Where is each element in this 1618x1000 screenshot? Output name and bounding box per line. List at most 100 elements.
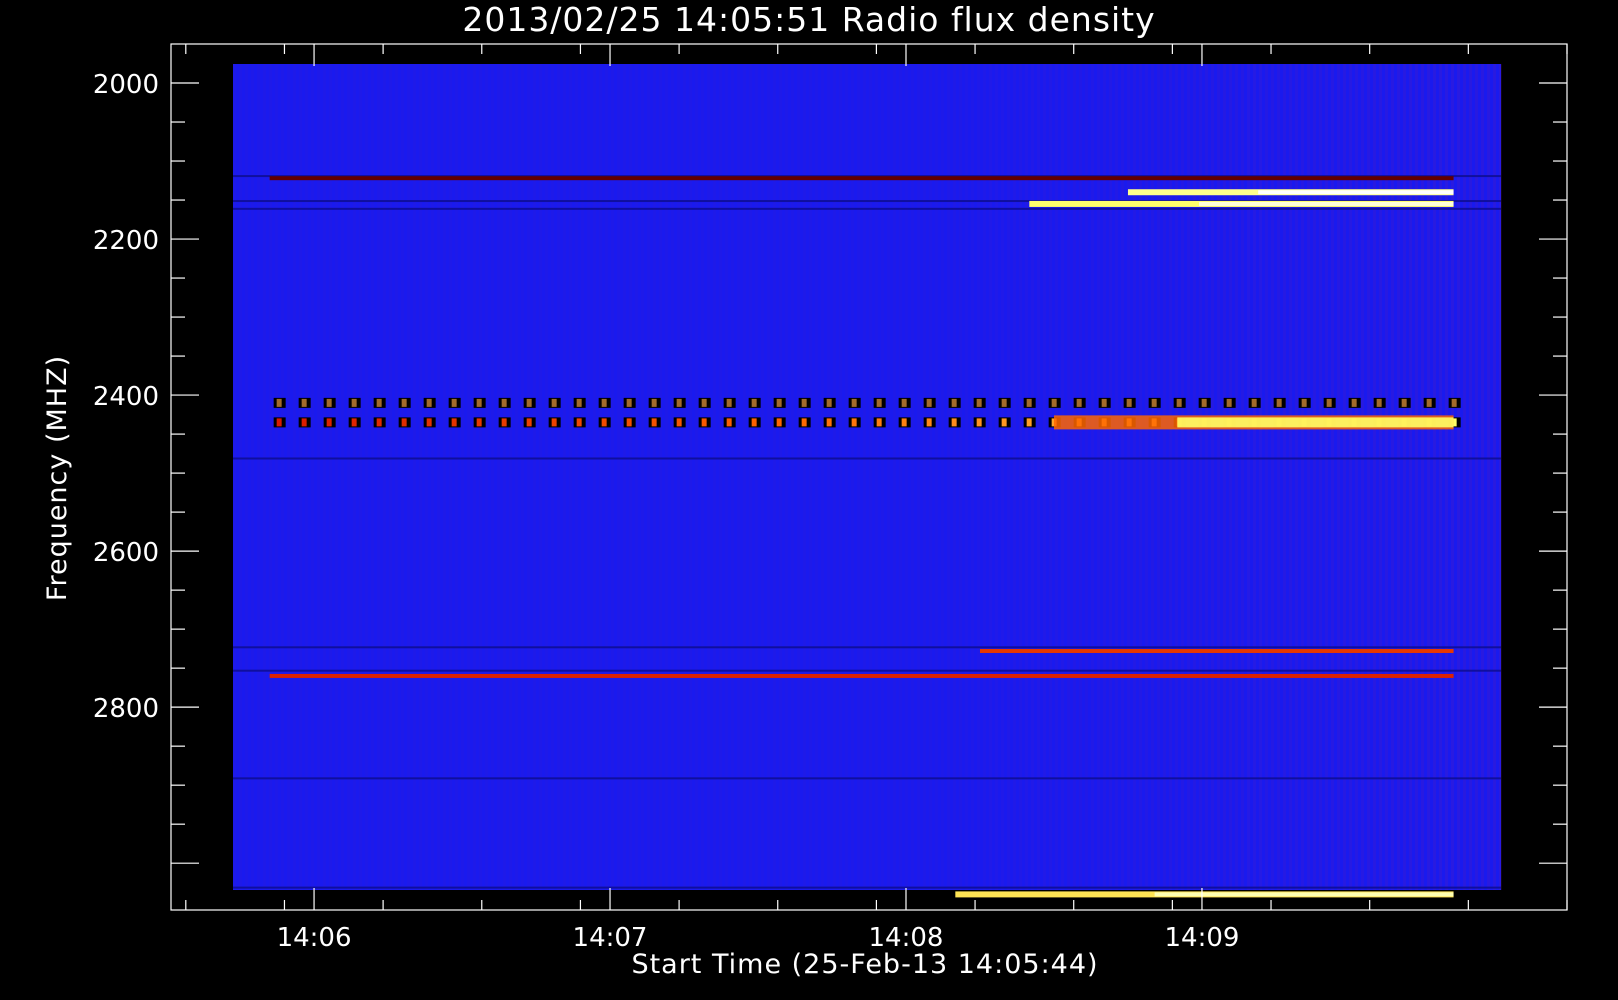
spectrogram-texture — [521, 64, 524, 890]
spectrogram-texture — [941, 64, 944, 890]
band-pulse-core — [676, 398, 682, 407]
y-axis-label: Frequency (MHZ) — [42, 354, 73, 602]
band-pulse-core — [651, 398, 657, 407]
spectrogram-texture — [527, 64, 530, 890]
spectrogram-texture — [929, 64, 932, 890]
spectrogram-texture — [479, 64, 482, 890]
y-tick-label: 2600 — [93, 538, 159, 568]
band-pulse-core — [976, 398, 982, 407]
spectrogram-texture — [293, 64, 296, 890]
band-pulse-core — [1001, 398, 1007, 407]
spectrogram-texture — [503, 64, 506, 890]
band-pulse-core — [351, 398, 357, 407]
spectrogram-texture — [1145, 64, 1148, 890]
spectrogram-texture — [1439, 64, 1442, 890]
spectrogram-texture — [1247, 64, 1250, 890]
spectrogram-texture — [911, 64, 914, 890]
band-pulse-core — [526, 418, 532, 427]
spectrogram-texture — [1211, 64, 1214, 890]
spectrogram-texture — [803, 64, 806, 890]
band-pulse-core — [626, 418, 632, 427]
band-pulse-core — [1326, 398, 1332, 407]
spectrogram-texture — [473, 64, 476, 890]
spectrogram-texture — [953, 64, 956, 890]
spectrogram-texture — [1409, 64, 1412, 890]
spectrogram-texture — [317, 64, 320, 890]
spectrogram-texture — [1415, 64, 1418, 890]
spectrogram-texture — [779, 64, 782, 890]
spectrogram-texture — [389, 64, 392, 890]
spectrogram-texture — [383, 64, 386, 890]
band-pulse-core — [576, 418, 582, 427]
spectrogram-texture — [1289, 64, 1292, 890]
spectrogram-texture — [1373, 64, 1376, 890]
spectrogram-texture — [1337, 64, 1340, 890]
spectrogram-texture — [1433, 64, 1436, 890]
spectrogram-texture — [701, 64, 704, 890]
band-pulse-core — [426, 398, 432, 407]
band-pulse-core — [1426, 398, 1432, 407]
band-pulse-core — [751, 418, 757, 427]
spectrogram-texture — [1397, 64, 1400, 890]
y-tick-label: 2200 — [93, 226, 159, 256]
spectrogram-texture — [869, 64, 872, 890]
band-pulse-core — [526, 398, 532, 407]
spectrogram-texture — [1157, 64, 1160, 890]
spectrogram-texture — [1187, 64, 1190, 890]
spectrogram-texture — [881, 64, 884, 890]
spectrogram-texture — [1307, 64, 1310, 890]
spectrogram-texture — [1403, 64, 1406, 890]
spectrogram-texture — [1331, 64, 1334, 890]
spectrogram-texture — [587, 64, 590, 890]
spectrogram-texture — [515, 64, 518, 890]
spectrogram-plot: 2000220024002600280014:06 14:07 14:08 14:09 — [93, 43, 1568, 953]
spectrogram-texture — [1295, 64, 1298, 890]
spectrogram-texture — [1259, 64, 1262, 890]
spectrogram-texture — [1445, 64, 1448, 890]
spectrogram-texture — [305, 64, 308, 890]
spectrogram-texture — [713, 64, 716, 890]
spectrogram-texture — [1319, 64, 1322, 890]
band-pulse-core — [401, 398, 407, 407]
band-pulse-core — [551, 398, 557, 407]
spectrogram-texture — [335, 64, 338, 890]
spectrogram-texture — [575, 64, 578, 890]
band-pulse-core — [726, 398, 732, 407]
spectrogram-texture — [371, 64, 374, 890]
spectrogram-texture — [725, 64, 728, 890]
band-pulse-core — [1226, 398, 1232, 407]
y-tick-label: 2800 — [93, 694, 159, 724]
emission-band — [269, 176, 1454, 181]
spectrogram-texture — [683, 64, 686, 890]
band-pulse-core — [876, 418, 882, 427]
band-pulse-core — [901, 418, 907, 427]
band-pulse-core — [426, 418, 432, 427]
spectrogram-texture — [1109, 64, 1112, 890]
spectrogram-texture — [617, 64, 620, 890]
spectrogram-texture — [1223, 64, 1226, 890]
spectrogram-texture — [1283, 64, 1286, 890]
band-pulse-core — [826, 418, 832, 427]
spectrogram-texture — [1385, 64, 1388, 890]
spectrogram-texture — [773, 64, 776, 890]
band-pulse-core — [401, 418, 407, 427]
spectrogram-texture — [1115, 64, 1118, 890]
spectrogram-texture — [1475, 64, 1478, 890]
band-pulse-core — [701, 398, 707, 407]
spectrogram-texture — [647, 64, 650, 890]
band-pulse-core — [1451, 398, 1457, 407]
spectrogram-texture — [695, 64, 698, 890]
spectrogram-texture — [875, 64, 878, 890]
spectrogram-texture — [365, 64, 368, 890]
spectrogram-dark-line — [233, 207, 1501, 210]
band-pulse-core — [276, 418, 282, 427]
band-pulse-core — [776, 398, 782, 407]
spectrogram-dark-line — [233, 457, 1501, 460]
spectrogram-texture — [1043, 64, 1046, 890]
spectrogram-texture — [581, 64, 584, 890]
spectrogram-texture — [1097, 64, 1100, 890]
spectrogram-texture — [893, 64, 896, 890]
spectrogram-texture — [401, 64, 404, 890]
spectrogram-texture — [1103, 64, 1106, 890]
spectrogram-texture — [449, 64, 452, 890]
